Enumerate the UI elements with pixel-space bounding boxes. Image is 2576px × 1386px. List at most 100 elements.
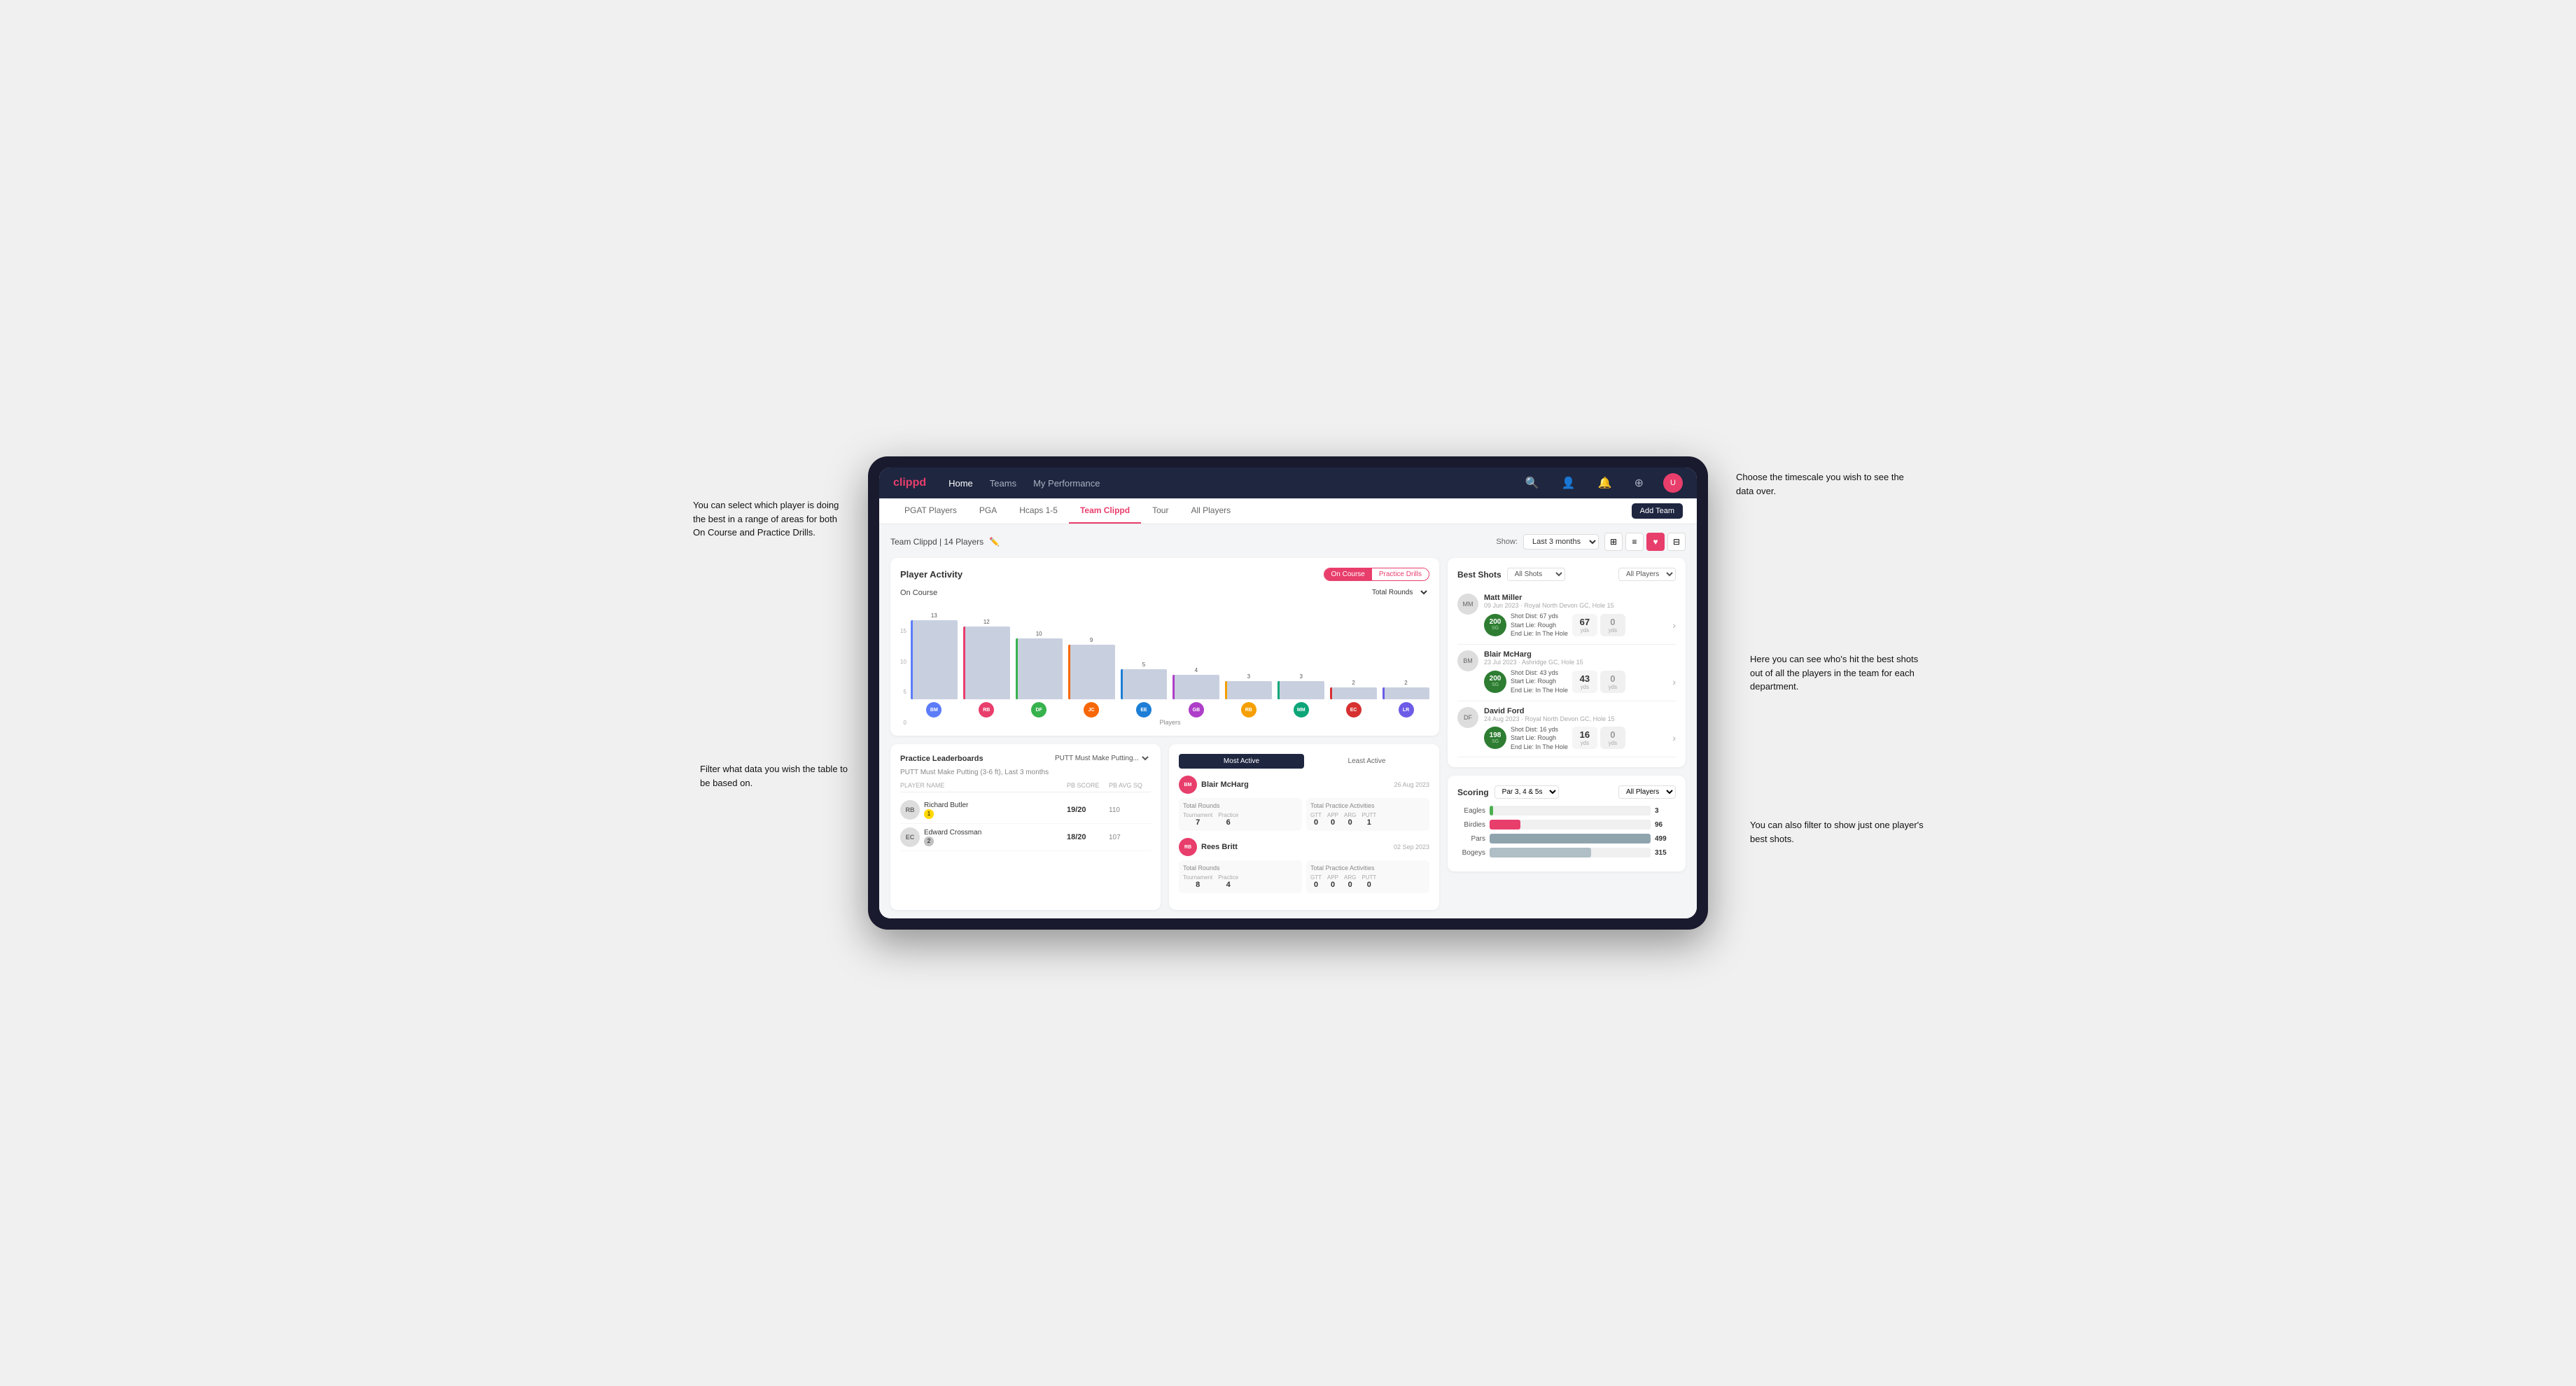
bar-value: 12 xyxy=(983,619,990,625)
bar-value: 13 xyxy=(931,612,937,619)
bar-highlight xyxy=(963,626,965,699)
leaderboard-card: Practice Leaderboards PUTT Must Make Put… xyxy=(890,744,1161,910)
bar-highlight xyxy=(911,620,913,699)
bar-value: 10 xyxy=(1036,631,1042,637)
active-stats-grid: Total Rounds Tournament 8 Practice 4 Tot… xyxy=(1179,860,1429,893)
score-bar-wrap xyxy=(1490,848,1651,858)
brand-logo: clippd xyxy=(893,477,926,489)
scoring-filter-select[interactable]: Par 3, 4 & 5s xyxy=(1494,785,1559,799)
avatar-circle: BM xyxy=(926,702,941,718)
bar-item: 9 xyxy=(1068,637,1115,699)
shots-filter-select[interactable]: All Shots Best Shots xyxy=(1507,568,1565,581)
chart-section-header: On Course Total Rounds Average Score xyxy=(900,588,1429,597)
bar xyxy=(1121,669,1168,699)
tab-pga[interactable]: PGA xyxy=(968,498,1008,524)
bar-highlight xyxy=(1121,669,1123,699)
show-label: Show: xyxy=(1496,538,1518,546)
stat-pill-dist: 43 yds xyxy=(1572,671,1597,693)
lb-player-name: Edward Crossman xyxy=(924,829,981,836)
bar-value: 5 xyxy=(1142,662,1145,668)
tab-hcaps[interactable]: Hcaps 1-5 xyxy=(1008,498,1069,524)
bar-value: 2 xyxy=(1404,680,1407,686)
bs-header: Best Shots All Shots Best Shots All Play… xyxy=(1457,568,1676,581)
avatar-circle: GB xyxy=(1189,702,1204,718)
practice-stat-block: Total Practice Activities GTT 0 APP 0 AR… xyxy=(1306,798,1429,831)
bar-highlight xyxy=(1068,645,1070,699)
rounds-stat-block: Total Rounds Tournament 8 Practice 4 xyxy=(1179,860,1302,893)
shot-player-avatar: DF xyxy=(1457,707,1478,728)
score-label: Pars xyxy=(1457,835,1485,843)
nav-teams[interactable]: Teams xyxy=(990,478,1016,489)
active-player-header: RB Rees Britt 02 Sep 2023 xyxy=(1179,838,1429,856)
bar-value: 3 xyxy=(1247,673,1250,680)
lb-player-info: EC Edward Crossman 2 xyxy=(900,827,1067,847)
shot-info: Matt Miller 09 Jun 2023 · Royal North De… xyxy=(1484,594,1676,638)
avatar-circle: EC xyxy=(1346,702,1362,718)
tab-tour[interactable]: Tour xyxy=(1141,498,1180,524)
bar xyxy=(963,626,1010,699)
shot-info: David Ford 24 Aug 2023 · Royal North Dev… xyxy=(1484,707,1676,752)
chevron-right-icon[interactable]: › xyxy=(1672,732,1676,743)
on-course-toggle[interactable]: On Course xyxy=(1324,568,1372,580)
score-label: Eagles xyxy=(1457,807,1485,815)
avatar-circle: DF xyxy=(1031,702,1046,718)
bar xyxy=(911,620,958,699)
drill-select[interactable]: PUTT Must Make Putting... xyxy=(1052,754,1151,763)
search-icon[interactable]: 🔍 xyxy=(1522,473,1542,493)
plus-circle-icon[interactable]: ⊕ xyxy=(1632,473,1646,493)
nav-my-performance[interactable]: My Performance xyxy=(1033,478,1100,489)
time-period-select[interactable]: Last 3 months Last month Last 6 months L… xyxy=(1523,534,1599,550)
shot-meta: 23 Jul 2023 · Ashridge GC, Hole 15 xyxy=(1484,659,1676,666)
shot-details-row: 198 SG Shot Dist: 16 ydsStart Lie: Rough… xyxy=(1484,725,1676,752)
edit-icon[interactable]: ✏️ xyxy=(989,537,1000,547)
practice-drills-toggle[interactable]: Practice Drills xyxy=(1372,568,1429,580)
chevron-right-icon[interactable]: › xyxy=(1672,676,1676,687)
score-bar-fill xyxy=(1490,806,1493,816)
tablet-frame: clippd Home Teams My Performance 🔍 👤 🔔 ⊕… xyxy=(868,456,1708,930)
sc-title: Scoring xyxy=(1457,788,1489,797)
score-label: Bogeys xyxy=(1457,849,1485,857)
bar-item: 10 xyxy=(1016,631,1063,699)
tab-team-clippd[interactable]: Team Clippd xyxy=(1069,498,1141,524)
sc-header: Scoring Par 3, 4 & 5s All Players xyxy=(1457,785,1676,799)
bar xyxy=(1278,681,1324,699)
score-bar-fill xyxy=(1490,834,1651,844)
active-player-name: Rees Britt xyxy=(1201,843,1390,851)
shots-players-select[interactable]: All Players xyxy=(1618,568,1676,581)
bar xyxy=(1225,681,1272,699)
bar-highlight xyxy=(1382,687,1385,699)
users-icon[interactable]: 👤 xyxy=(1559,473,1578,493)
chevron-right-icon[interactable]: › xyxy=(1672,620,1676,631)
shot-badge: 200 SG xyxy=(1484,614,1506,636)
lb-avatar: RB xyxy=(900,800,920,820)
leaderboard-row: EC Edward Crossman 2 18/20 107 xyxy=(900,824,1151,851)
score-row: Bogeys 315 xyxy=(1457,848,1676,858)
player-avatar-small: GB xyxy=(1172,702,1219,718)
bell-icon[interactable]: 🔔 xyxy=(1595,473,1615,493)
user-avatar[interactable]: U xyxy=(1663,473,1683,493)
shot-player-name: Matt Miller xyxy=(1484,594,1676,602)
active-player-header: BM Blair McHarg 26 Aug 2023 xyxy=(1179,776,1429,794)
view-icons: ⊞ ≡ ♥ ⊟ xyxy=(1604,533,1686,551)
grid-view-btn[interactable]: ⊞ xyxy=(1604,533,1623,551)
bar-item: 3 xyxy=(1278,673,1324,699)
scoring-players-select[interactable]: All Players xyxy=(1618,785,1676,799)
nav-home[interactable]: Home xyxy=(948,478,973,489)
most-active-card: Most Active Least Active BM Blair McHarg… xyxy=(1169,744,1439,910)
filter-view-btn[interactable]: ⊟ xyxy=(1667,533,1686,551)
player-avatar-small: EE xyxy=(1121,702,1168,718)
tab-all-players[interactable]: All Players xyxy=(1180,498,1242,524)
avatar-circle: MM xyxy=(1294,702,1309,718)
add-team-button[interactable]: Add Team xyxy=(1632,503,1683,519)
team-name: Team Clippd | 14 Players xyxy=(890,537,983,547)
right-col: Best Shots All Shots Best Shots All Play… xyxy=(1448,558,1686,910)
bar-highlight xyxy=(1225,681,1227,699)
list-view-btn[interactable]: ≡ xyxy=(1625,533,1644,551)
most-active-tab[interactable]: Most Active xyxy=(1179,754,1304,769)
tab-pgat-players[interactable]: PGAT Players xyxy=(893,498,968,524)
card-view-btn[interactable]: ♥ xyxy=(1646,533,1665,551)
chart-filter-select[interactable]: Total Rounds Average Score xyxy=(1369,588,1429,597)
player-avatar-small: DF xyxy=(1016,702,1063,718)
player-avatar-small: EC xyxy=(1330,702,1377,718)
least-active-tab[interactable]: Least Active xyxy=(1304,754,1429,769)
